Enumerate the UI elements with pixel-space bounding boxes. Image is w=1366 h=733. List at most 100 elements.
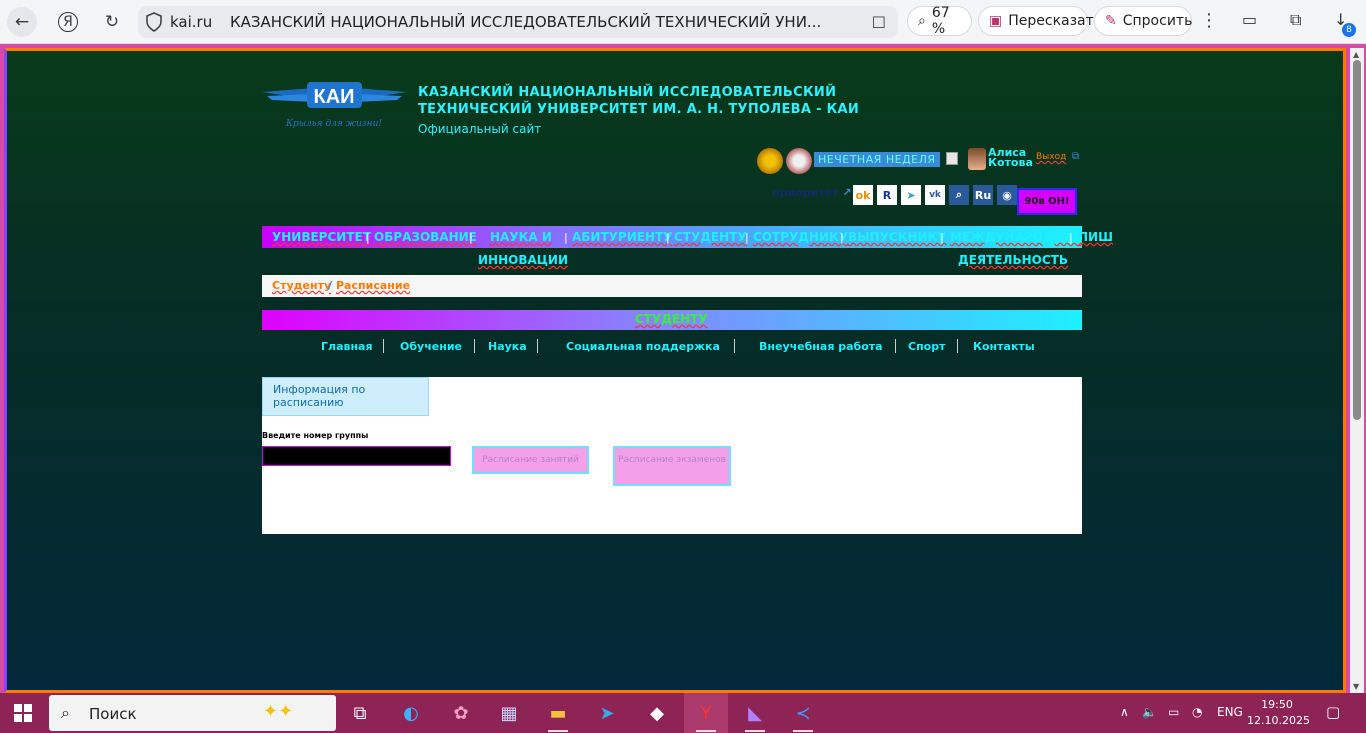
visual-studio-icon[interactable]: ◣ <box>733 693 777 733</box>
scroll-up-icon[interactable]: ▲ <box>1353 50 1359 59</box>
app-running-indicator <box>745 730 765 732</box>
class-schedule-button[interactable]: Расписание занятий <box>472 446 589 474</box>
language-switch[interactable]: Ru <box>973 185 993 205</box>
logout-link[interactable]: Выход <box>1036 152 1066 162</box>
subnav-contacts[interactable]: Контакты <box>973 340 1035 353</box>
breadcrumb-separator: / <box>328 279 333 292</box>
app-running-indicator <box>548 730 568 732</box>
nav-item-students[interactable]: СТУДЕНТУ <box>674 230 747 244</box>
subnav-science[interactable]: Наука <box>488 340 527 353</box>
group-number-input[interactable] <box>262 446 451 466</box>
back-button[interactable]: ← <box>7 7 37 37</box>
retell-icon: ▣ <box>989 13 1003 29</box>
yandex-browser-icon[interactable]: Y <box>684 693 728 733</box>
collections-icon[interactable]: ⧉ <box>1290 10 1301 30</box>
telegram-icon[interactable]: ➤ <box>901 185 921 205</box>
zoom-button[interactable]: ⌕ 67 % <box>907 5 972 37</box>
anniversary-button[interactable]: 90в ОН! <box>1017 188 1077 215</box>
taskbar-search-placeholder: Поиск <box>89 705 137 723</box>
zoom-icon: ⌕ <box>918 13 926 29</box>
schedule-info-tab[interactable]: Информация по расписанию <box>262 377 429 416</box>
page-title: КАЗАНСКИЙ НАЦИОНАЛЬНЫЙ ИССЛЕДОВАТЕЛЬСКИЙ… <box>230 13 822 31</box>
tray-expand-icon[interactable]: ∧ <box>1120 705 1129 719</box>
ok-icon[interactable]: ok <box>853 185 873 205</box>
vk-icon[interactable]: vk <box>925 185 945 205</box>
search-icon[interactable]: ⌕ <box>949 185 969 205</box>
downloads-badge: 8 <box>1342 23 1356 37</box>
subnav-extracurricular[interactable]: Внеучебная работа <box>759 340 883 353</box>
vscode-icon[interactable]: ≺ <box>781 693 825 733</box>
nav-item-staff[interactable]: СОТРУДНИКУ <box>753 230 848 244</box>
nav-item-university[interactable]: УНИВЕРСИТЕТ <box>272 230 371 244</box>
scrollbar-thumb[interactable] <box>1353 60 1361 420</box>
notifications-icon[interactable]: ▢ <box>1326 703 1340 721</box>
wifi-icon[interactable]: ◔ <box>1192 705 1202 719</box>
subnav-separator <box>957 339 958 353</box>
taskbar-search[interactable]: ⌕ Поиск ✦✦ <box>49 695 336 731</box>
battery-icon[interactable]: ▭ <box>1242 10 1257 29</box>
battery-tray-icon[interactable]: ▭ <box>1168 705 1179 719</box>
priority-link[interactable]: приоритет ↗ <box>772 186 852 199</box>
subnav-sport[interactable]: Спорт <box>908 340 945 353</box>
scroll-down-icon[interactable]: ▼ <box>1353 682 1359 691</box>
paint-icon[interactable]: ✿ <box>439 693 483 733</box>
retell-label: Пересказать <box>1008 13 1103 29</box>
breadcrumb-root[interactable]: Студенту <box>272 279 331 292</box>
site-background <box>7 51 1343 690</box>
subnav-separator <box>474 339 475 353</box>
file-explorer-icon[interactable]: ▬ <box>536 693 580 733</box>
site-frame <box>4 48 1346 693</box>
volume-icon[interactable]: 🔈 <box>1142 705 1157 719</box>
nav-item-applicants[interactable]: АБИТУРИЕНТУ <box>572 230 672 244</box>
reload-button[interactable]: ↻ <box>97 7 127 37</box>
university-subtitle: Официальный сайт <box>418 122 542 136</box>
figma-icon[interactable]: ◆ <box>635 693 679 733</box>
nav-item-innovations[interactable]: ИННОВАЦИИ <box>478 253 568 267</box>
input-language[interactable]: ENG <box>1217 705 1243 719</box>
subnav-social-support[interactable]: Социальная поддержка <box>566 340 720 353</box>
ask-icon: ✎ <box>1105 13 1117 29</box>
subnav-learning[interactable]: Обучение <box>400 340 462 353</box>
nav-item-pish[interactable]: ПИШ <box>1078 230 1113 244</box>
page-viewport <box>0 44 1366 693</box>
yandex-home-button[interactable]: Я <box>53 7 83 37</box>
exam-schedule-button[interactable]: Расписание экзаменов <box>613 446 731 486</box>
user-name[interactable]: Алиса Котова <box>988 147 1033 168</box>
task-view-icon[interactable]: ⧉ <box>338 693 382 733</box>
section-title: СТУДЕНТУ <box>635 312 708 326</box>
nav-item-education[interactable]: ОБРАЗОВАНИЕ <box>374 230 477 244</box>
copilot-sparkle-icon: ✦✦ <box>263 701 294 722</box>
start-button[interactable] <box>14 704 32 722</box>
nav-separator: | <box>1069 231 1073 244</box>
priority-label: приоритет <box>772 186 839 199</box>
emblem-medal-icon <box>786 148 812 174</box>
clock[interactable]: 19:50 12.10.2025 <box>1247 697 1310 729</box>
nav-item-graduates[interactable]: ВЫПУСКНИКУ <box>848 230 947 244</box>
logout-icon[interactable]: ⧉ <box>1072 151 1079 162</box>
notification-bell-icon[interactable] <box>946 152 958 165</box>
subnav-separator <box>895 339 896 353</box>
nav-separator: | <box>745 231 749 244</box>
nav-item-science[interactable]: НАУКА И <box>490 230 552 244</box>
page-scrollbar[interactable]: ▲ ▼ <box>1350 48 1364 693</box>
avatar[interactable] <box>968 148 986 170</box>
nav-separator: | <box>840 231 844 244</box>
nav-item-international[interactable]: МЕЖДУНАРОДНАЯ <box>950 230 1082 244</box>
retell-button[interactable]: ▣ Пересказать <box>978 6 1102 36</box>
kai-logo[interactable]: КАИ Крылья для жизни! <box>262 74 407 136</box>
search-icon: ⌕ <box>61 703 70 722</box>
ask-button[interactable]: ✎ Спросить <box>1094 6 1192 36</box>
address-bar[interactable]: kai.ru КАЗАНСКИЙ НАЦИОНАЛЬНЫЙ ИССЛЕДОВАТ… <box>138 6 898 38</box>
nav-separator: | <box>940 231 944 244</box>
accessibility-icon[interactable]: ◉ <box>997 185 1017 205</box>
subnav-separator <box>734 339 735 353</box>
telegram-app-icon[interactable]: ➤ <box>585 693 629 733</box>
subnav-main[interactable]: Главная <box>321 340 373 353</box>
nav-item-activity[interactable]: ДЕЯТЕЛЬНОСТЬ <box>958 253 1068 267</box>
calculator-icon[interactable]: ▦ <box>487 693 531 733</box>
bookmark-icon[interactable]: ☐ <box>872 13 886 32</box>
app-running-indicator <box>793 730 813 732</box>
rutube-icon[interactable]: R <box>877 185 897 205</box>
edge-icon[interactable]: ◐ <box>389 693 433 733</box>
more-icon[interactable]: ⋮ <box>1200 10 1218 31</box>
